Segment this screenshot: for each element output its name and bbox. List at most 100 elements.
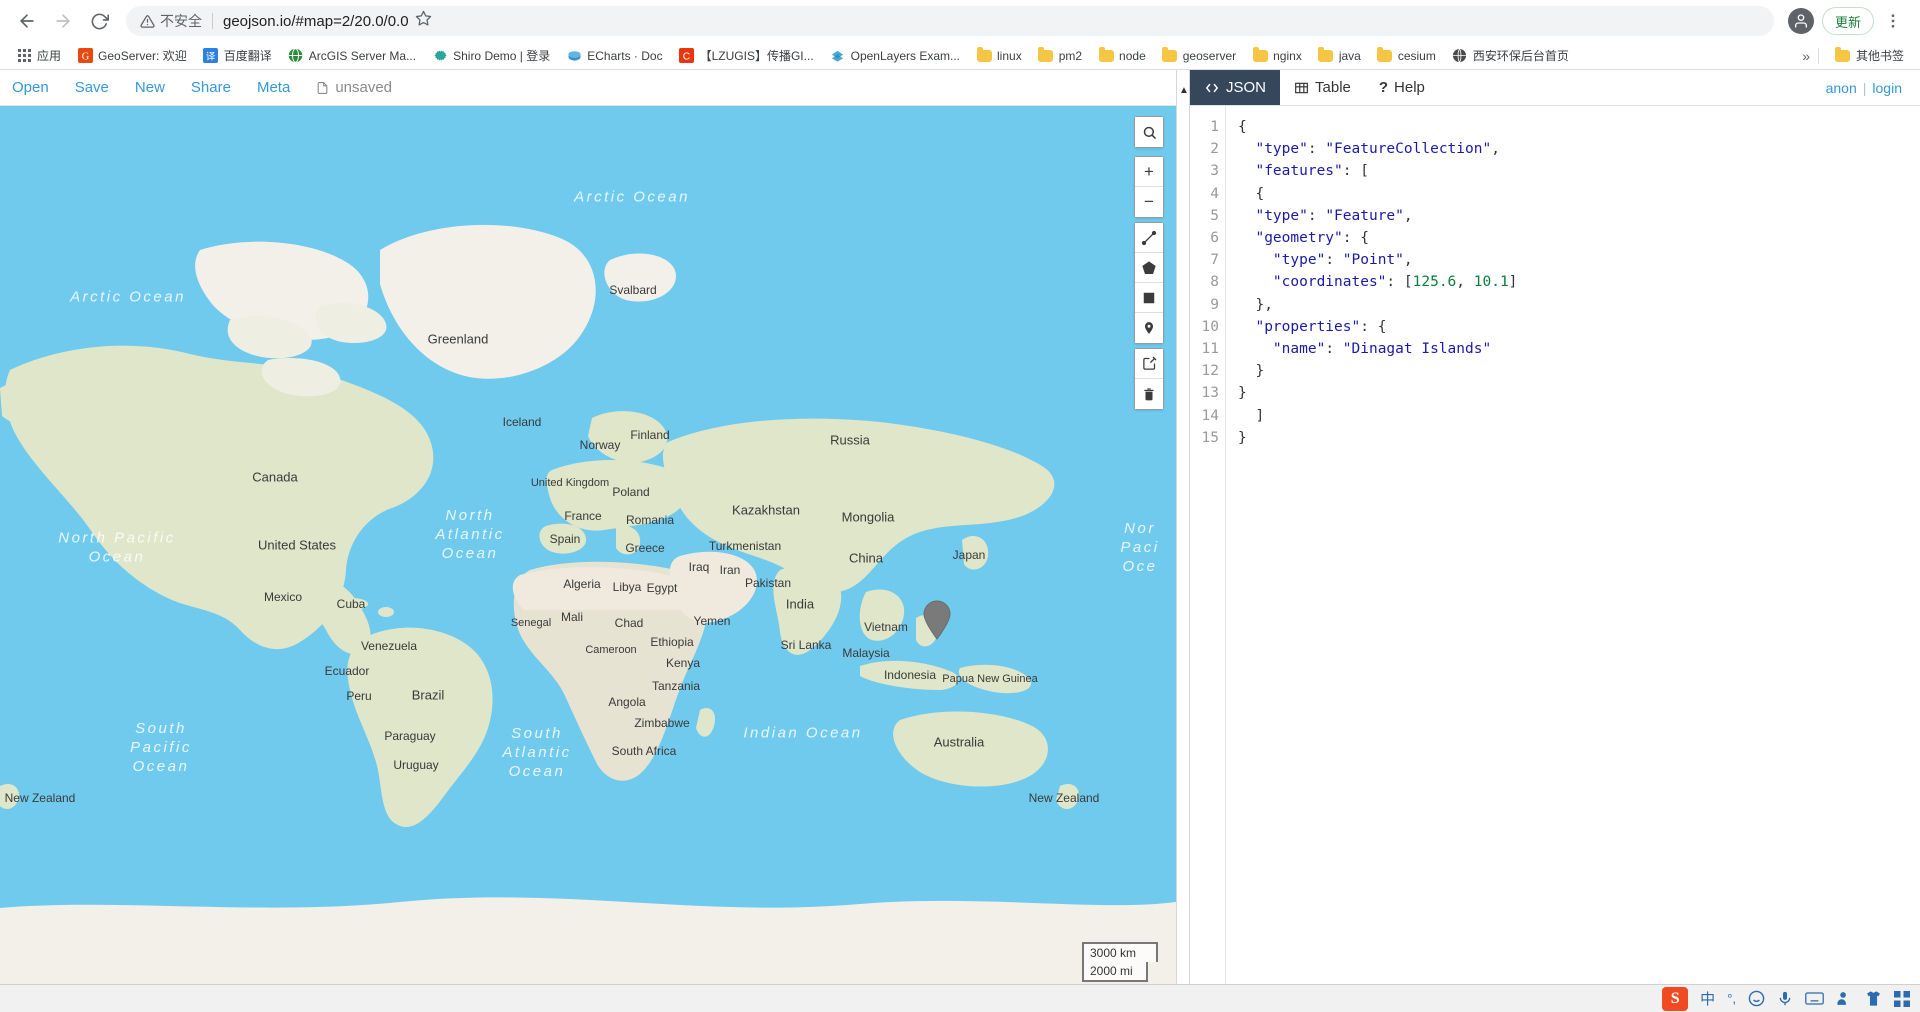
update-button[interactable]: 更新 — [1821, 7, 1874, 35]
back-button[interactable] — [10, 4, 44, 38]
other-bookmarks-folder[interactable]: 其他书签 — [1827, 45, 1912, 66]
zoom-out-button[interactable]: − — [1135, 187, 1163, 217]
microphone-icon[interactable] — [1777, 990, 1793, 1007]
ime-punctuation-toggle[interactable]: °, — [1727, 991, 1736, 1006]
bookmark-label: 应用 — [37, 49, 62, 63]
bookmark-star-icon[interactable] — [409, 10, 438, 32]
code-icon — [1204, 81, 1220, 95]
bookmark-folder-pm2[interactable]: pm2 — [1030, 46, 1090, 66]
bookmark-label: node — [1119, 48, 1146, 63]
bookmark-item-apps[interactable]: 应用 — [8, 45, 69, 66]
ime-mode-chinese[interactable]: 中 — [1700, 988, 1715, 1009]
other-bookmarks-label: 其他书签 — [1855, 49, 1904, 63]
zoom-in-button[interactable]: + — [1135, 157, 1163, 187]
map-marker-pin[interactable] — [922, 600, 952, 640]
map-pane[interactable]: Arctic Ocean Arctic Ocean Svalbard Greenlan… — [0, 70, 1176, 1012]
sogou-ime-toolbar[interactable]: S 中 °, — [1662, 986, 1910, 1011]
json-editor[interactable]: 1 2 3 4 5 6 7 8 9 10 11 12 13 14 15 { "type": "Feature… — [1190, 106, 1920, 1012]
bookmark-folder-cesium[interactable]: cesium — [1369, 46, 1444, 66]
login-link[interactable]: login — [1872, 80, 1902, 96]
save-button[interactable]: Save — [75, 79, 109, 96]
bookmarks-overflow-area: » 其他书签 — [1802, 45, 1912, 66]
search-icon[interactable] — [1135, 117, 1163, 147]
pane-collapse-handle[interactable]: ▲ — [1178, 82, 1190, 98]
taskbar: S 中 °, — [0, 984, 1920, 1012]
draw-rectangle-icon[interactable] — [1135, 283, 1163, 313]
map-edit-control[interactable] — [1134, 348, 1164, 410]
editor-code[interactable]: { "type": "FeatureCollection", "features… — [1226, 106, 1920, 1012]
browser-chrome: 不安全 geojson.io/#map=2/20.0/0.0 更新 应用 G G… — [0, 0, 1920, 70]
geoserver-icon: G — [77, 48, 93, 64]
folder-icon — [1098, 46, 1114, 64]
table-icon — [1294, 81, 1309, 95]
forward-button[interactable] — [46, 4, 80, 38]
bookmark-item-xian-huanbao[interactable]: 西安环保后台首页 — [1444, 45, 1577, 66]
app-grid-icon[interactable] — [1894, 990, 1910, 1007]
new-button[interactable]: New — [135, 79, 165, 96]
editor-line-number: 14 — [1201, 407, 1219, 424]
bookmarks-overflow-button[interactable]: » — [1802, 48, 1810, 64]
map-search-control[interactable] — [1134, 116, 1164, 148]
bookmark-label: 【LZUGIS】传播GI... — [699, 49, 814, 63]
user-icon[interactable] — [1836, 990, 1853, 1007]
bookmark-folder-linux[interactable]: linux — [968, 46, 1030, 66]
world-map-svg — [0, 70, 1176, 1012]
svg-text:C: C — [683, 51, 691, 62]
share-button[interactable]: Share — [191, 79, 231, 96]
bookmark-item-baidu-translate[interactable]: 译 百度翻译 — [195, 45, 280, 66]
editor-line: ] — [1238, 407, 1265, 424]
draw-marker-icon[interactable] — [1135, 313, 1163, 343]
address-bar[interactable]: 不安全 geojson.io/#map=2/20.0/0.0 — [126, 6, 1774, 36]
browser-navigation-bar: 不安全 geojson.io/#map=2/20.0/0.0 更新 — [0, 0, 1920, 42]
editor-line: "type": "FeatureCollection", — [1255, 141, 1500, 158]
browser-menu-button[interactable] — [1876, 12, 1910, 30]
bookmark-label: nginx — [1273, 48, 1302, 63]
folder-icon — [1318, 46, 1334, 64]
bookmark-item-lzugis[interactable]: C 【LZUGIS】传播GI... — [671, 45, 822, 66]
csdn-icon: C — [679, 48, 695, 64]
editor-line-number: 4 — [1210, 185, 1219, 202]
bookmark-folder-node[interactable]: node — [1090, 46, 1154, 66]
bookmark-item-echarts-doc[interactable]: ECharts · Doc — [558, 46, 670, 66]
bookmark-item-shiro-demo[interactable]: Shiro Demo | 登录 — [424, 45, 558, 66]
pane-divider[interactable]: ▲ — [1176, 70, 1190, 1012]
tab-table[interactable]: Table — [1280, 70, 1365, 105]
smiley-icon[interactable] — [1748, 990, 1765, 1007]
bookmark-label: cesium — [1397, 48, 1436, 63]
trash-icon[interactable] — [1135, 379, 1163, 409]
url-text[interactable]: geojson.io/#map=2/20.0/0.0 — [223, 13, 409, 30]
edit-icon[interactable] — [1135, 349, 1163, 379]
tshirt-icon[interactable] — [1865, 990, 1882, 1007]
bookmark-folder-java[interactable]: java — [1310, 46, 1369, 66]
folder-icon — [1162, 46, 1178, 64]
keyboard-icon[interactable] — [1805, 991, 1824, 1006]
folder-icon — [976, 46, 992, 64]
sogou-logo-icon[interactable]: S — [1662, 986, 1689, 1011]
editor-line: "coordinates": [125.6, 10.1] — [1272, 274, 1518, 291]
security-indicator[interactable]: 不安全 — [140, 11, 202, 31]
bookmark-item-openlayers[interactable]: OpenLayers Exam... — [822, 46, 968, 66]
data-pane-tabs: JSON Table ? Help anon | login — [1190, 70, 1920, 106]
bookmark-folder-nginx[interactable]: nginx — [1244, 46, 1310, 66]
editor-line: { — [1238, 185, 1265, 202]
draw-line-icon[interactable] — [1135, 223, 1163, 253]
map-draw-control[interactable] — [1134, 222, 1164, 344]
data-pane: JSON Table ? Help anon | login 123456789… — [1190, 70, 1920, 1012]
reload-button[interactable] — [82, 4, 116, 38]
folder-icon — [1252, 46, 1268, 64]
openlayers-icon — [830, 48, 846, 64]
meta-button[interactable]: Meta — [257, 79, 290, 96]
profile-avatar[interactable] — [1787, 8, 1814, 34]
bookmark-label: geoserver — [1182, 48, 1237, 63]
bookmark-label: ArcGIS Server Ma... — [308, 48, 417, 63]
tab-help[interactable]: ? Help — [1365, 70, 1439, 105]
map-zoom-control[interactable]: + − — [1134, 156, 1164, 218]
tab-json[interactable]: JSON — [1190, 70, 1281, 105]
bookmark-folder-geoserver[interactable]: geoserver — [1154, 46, 1244, 66]
bookmark-item-arcgis-server[interactable]: ArcGIS Server Ma... — [280, 46, 424, 66]
map-canvas[interactable] — [0, 70, 1176, 1012]
app-toolbar: Open Save New Share Meta unsaved — [0, 70, 1176, 106]
open-button[interactable]: Open — [12, 79, 49, 96]
draw-polygon-icon[interactable] — [1135, 253, 1163, 283]
bookmark-item-geoserver[interactable]: G GeoServer: 欢迎 — [69, 45, 195, 66]
